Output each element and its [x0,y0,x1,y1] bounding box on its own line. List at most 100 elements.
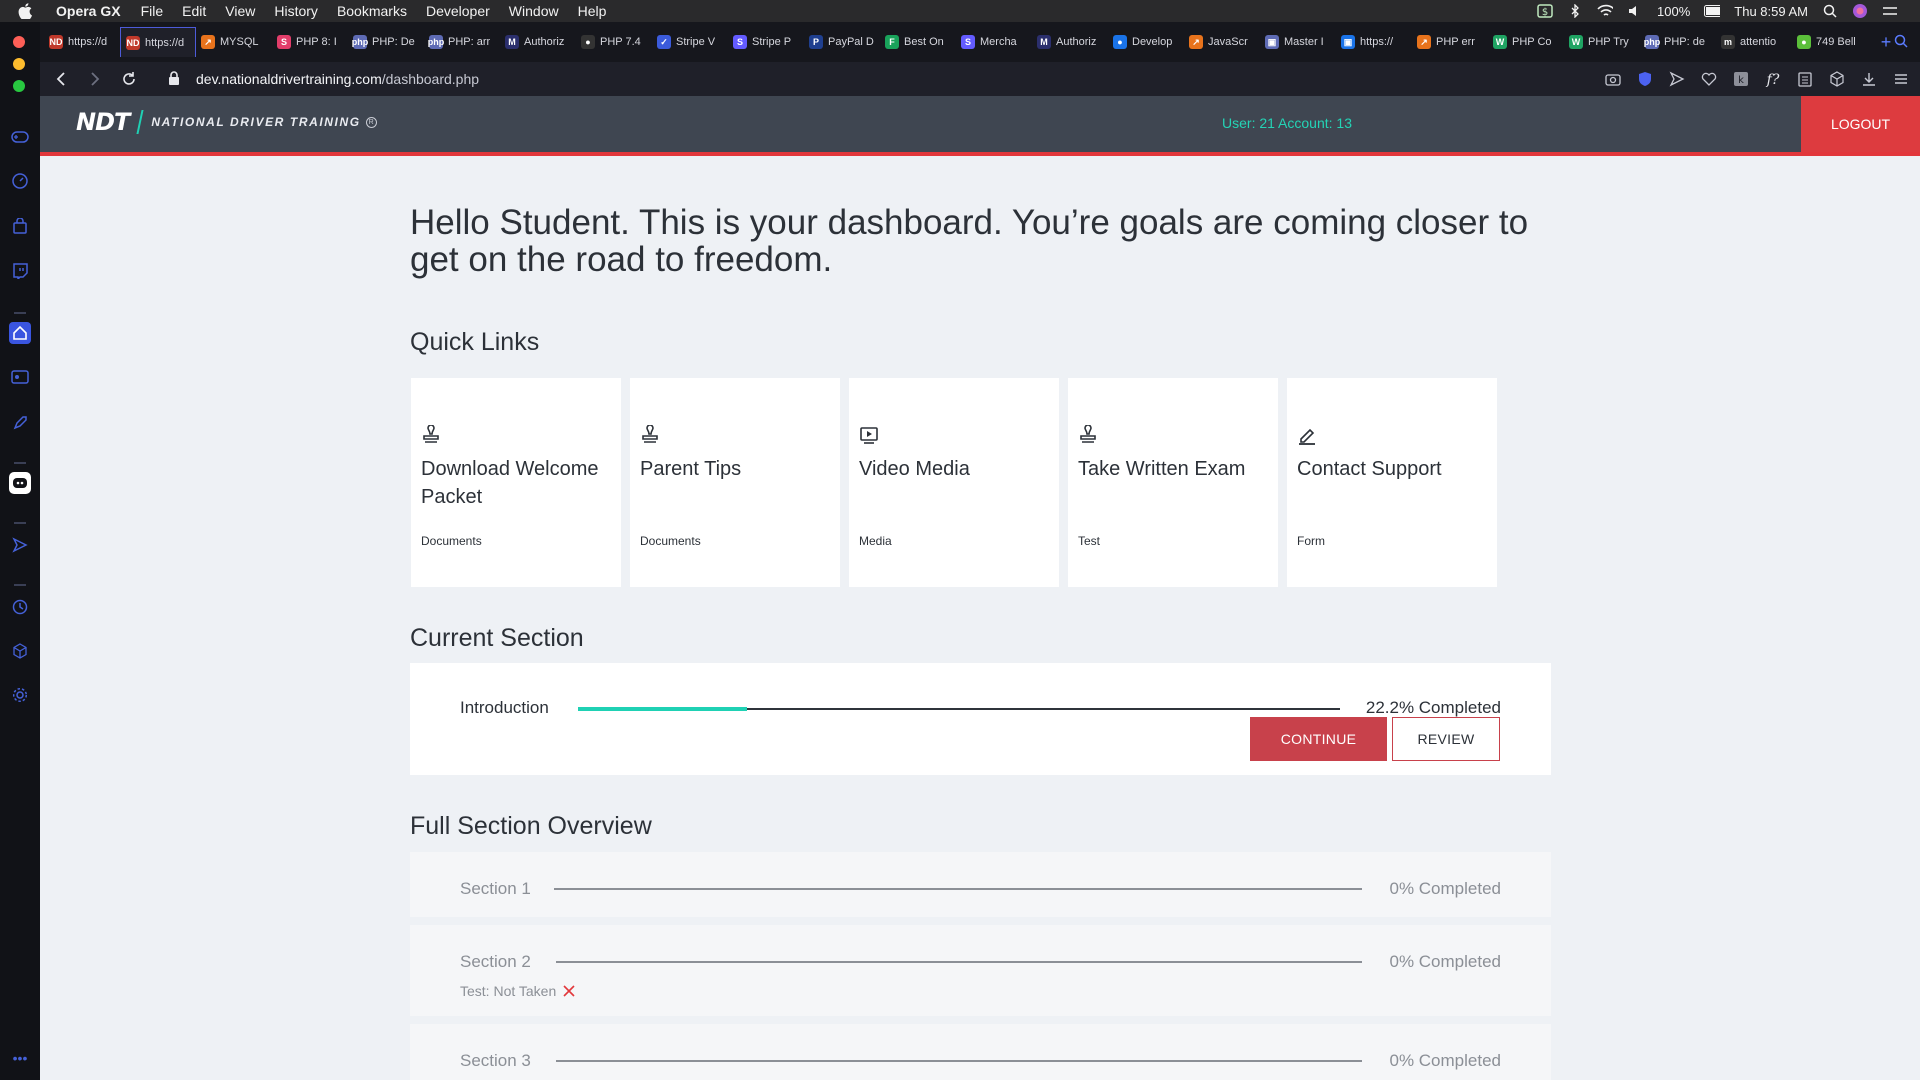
tab-title: Authoriz [1056,36,1097,48]
browser-tab[interactable]: ● 749 Bell [1792,28,1868,56]
quick-link-card[interactable]: Download Welcome Packet Documents [411,378,621,587]
bluetooth-icon[interactable] [1567,4,1583,18]
review-button[interactable]: REVIEW [1392,717,1500,761]
continue-button[interactable]: CONTINUE [1250,717,1387,761]
package-box-icon[interactable] [1828,70,1846,88]
browser-tab[interactable]: W PHP Try [1564,28,1640,56]
tab-search-icon[interactable] [1894,34,1910,50]
easy-setup-menu-icon[interactable] [1892,70,1910,88]
browser-tab[interactable]: ↗ MYSQL [196,28,272,56]
extension-f-icon[interactable]: f? [1764,70,1782,88]
history-clock-icon[interactable] [9,596,31,618]
extension-k-icon[interactable]: k [1732,70,1750,88]
menu-bookmarks[interactable]: Bookmarks [337,3,407,19]
menu-window[interactable]: Window [509,3,559,19]
snapshot-camera-icon[interactable] [1604,70,1622,88]
share-send-icon[interactable] [1668,70,1686,88]
browser-tab[interactable]: ● Develop [1108,28,1184,56]
back-arrow-icon[interactable] [52,70,70,88]
home-icon[interactable] [9,322,31,344]
forward-arrow-icon[interactable] [86,70,104,88]
tab-favicon-icon: ND [49,35,63,49]
browser-tab[interactable]: m attentio [1716,28,1792,56]
address-url[interactable]: dev.nationaldrivertraining.com/dashboard… [196,71,479,87]
browser-tab[interactable]: ✓ Stripe V [652,28,728,56]
section-label: Section 3 [460,1051,531,1070]
browser-tab[interactable]: ND https://d [44,28,120,56]
control-center-icon[interactable] [1882,4,1898,18]
window-close-button[interactable] [13,36,25,48]
browser-tab[interactable]: M Authoriz [500,28,576,56]
gamepad-icon[interactable] [9,126,31,148]
dollar-status-icon[interactable]: $ [1537,4,1553,18]
quick-link-card[interactable]: Video Media Media [849,378,1059,587]
section-row[interactable]: Section 1 0% Completed [410,852,1551,917]
quick-link-card[interactable]: Parent Tips Documents [630,378,840,587]
browser-tab[interactable]: S PHP 8: I [272,28,348,56]
twitch-icon[interactable] [9,260,31,282]
vpn-shield-icon[interactable] [1636,70,1654,88]
apple-icon[interactable] [18,3,42,19]
window-zoom-button[interactable] [13,80,25,92]
volume-icon[interactable] [1627,4,1643,18]
browser-tab[interactable]: P PayPal D [804,28,880,56]
browser-tab[interactable]: ▣ https:// [1336,28,1412,56]
stamp-icon [1078,424,1098,445]
gx-games-icon[interactable] [9,366,31,388]
new-tab-button[interactable]: + [1876,32,1896,53]
browser-tab[interactable]: ↗ PHP err [1412,28,1488,56]
menu-history[interactable]: History [274,3,318,19]
battery-icon[interactable] [1704,4,1721,18]
ndt-logo[interactable]: NDT NATIONAL DRIVER TRAINING R [76,108,377,136]
menu-file[interactable]: File [141,3,164,19]
download-icon[interactable] [1860,70,1878,88]
section-row[interactable]: Section 3 0% Completed [410,1024,1551,1080]
clipboard-icon[interactable] [1796,70,1814,88]
sidebar-divider [14,462,26,464]
browser-tab[interactable]: S Mercha [956,28,1032,56]
menu-edit[interactable]: Edit [182,3,206,19]
discord-icon[interactable] [9,472,31,494]
current-section-label: Introduction [460,698,549,717]
lock-icon[interactable] [168,71,182,87]
tab-title: Authoriz [524,36,565,48]
rocket-icon[interactable] [9,412,31,434]
browser-tab[interactable]: php PHP: arr [424,28,500,56]
section-row[interactable]: Section 2 0% Completed Test: Not Taken [410,925,1551,1016]
spotlight-search-icon[interactable] [1822,4,1838,18]
bookmark-heart-icon[interactable] [1700,70,1718,88]
menu-developer[interactable]: Developer [426,3,490,19]
menu-help[interactable]: Help [578,3,607,19]
settings-gear-icon[interactable] [9,684,31,706]
browser-tab[interactable]: ↗ JavaScr [1184,28,1260,56]
more-options-icon[interactable]: ••• [9,1047,31,1069]
macos-menu-bar: Opera GX File Edit View History Bookmark… [0,0,1920,22]
browser-tab[interactable]: ▣ Master I [1260,28,1336,56]
browser-tab[interactable]: ND https://d [120,27,196,57]
browser-tab[interactable]: php PHP: de [1640,28,1716,56]
quick-link-card[interactable]: Contact Support Form [1287,378,1497,587]
logout-button[interactable]: LOGOUT [1801,96,1920,152]
quick-link-category: Media [859,534,892,548]
tab-title: https://d [145,36,185,49]
browser-tab[interactable]: M Authoriz [1032,28,1108,56]
browser-tab[interactable]: F Best On [880,28,956,56]
window-minimize-button[interactable] [13,58,25,70]
wifi-icon[interactable] [1597,4,1614,18]
siri-icon[interactable] [1852,4,1868,18]
browser-tab[interactable]: ● PHP 7.4 [576,28,652,56]
menu-clock[interactable]: Thu 8:59 AM [1734,4,1808,19]
section-label: Section 2 [460,952,531,971]
browser-tab[interactable]: W PHP Co [1488,28,1564,56]
send-arrow-icon[interactable] [9,534,31,556]
quick-link-card[interactable]: Take Written Exam Test [1068,378,1278,587]
browser-tab[interactable]: S Stripe P [728,28,804,56]
reload-icon[interactable] [120,70,138,88]
shopping-bag-icon[interactable] [9,215,31,237]
speed-dial-gauge-icon[interactable] [9,170,31,192]
cube-icon[interactable] [9,640,31,662]
menu-app-name[interactable]: Opera GX [56,3,121,19]
menu-view[interactable]: View [225,3,255,19]
tab-title: https:// [1360,36,1394,48]
browser-tab[interactable]: php PHP: De [348,28,424,56]
